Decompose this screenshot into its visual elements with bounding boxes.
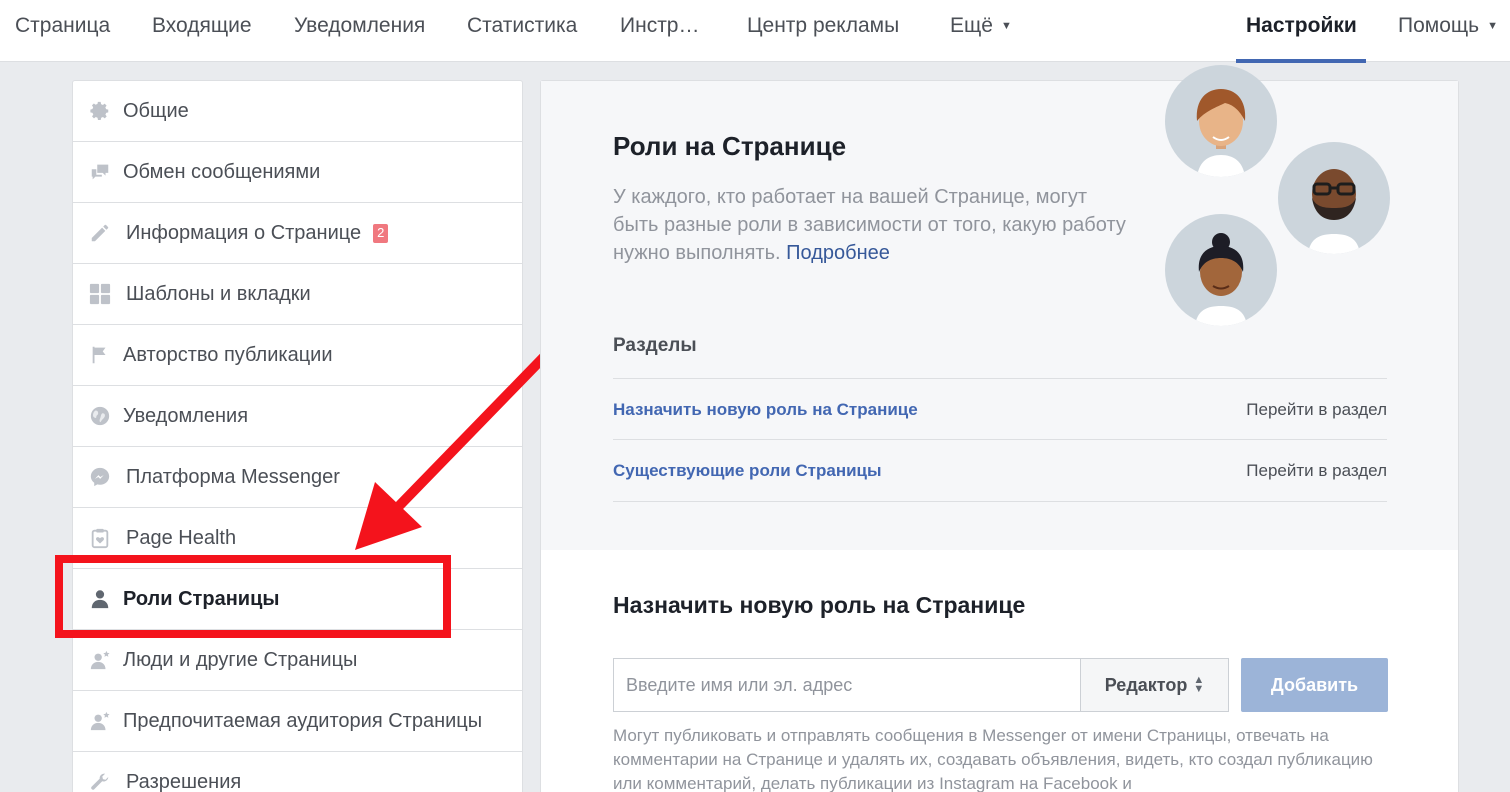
grid-icon: [89, 283, 111, 305]
sidebar-item-post-attribution[interactable]: Авторство публикации: [73, 325, 522, 386]
nav-tab-settings[interactable]: Настройки: [1236, 0, 1366, 63]
nav-tab-inbox[interactable]: Входящие: [152, 0, 252, 62]
sidebar-item-preferred-audience[interactable]: Предпочитаемая аудитория Страницы: [73, 691, 522, 752]
role-dropdown-value: Редактор: [1104, 674, 1188, 695]
learn-more-link[interactable]: Подробнее: [786, 242, 890, 264]
flag-icon: [89, 344, 111, 366]
nav-help-label: Помощь: [1398, 14, 1480, 37]
page-title: Роли на Странице: [613, 131, 847, 161]
notification-count-badge: 2: [373, 223, 389, 243]
nav-tab-page[interactable]: Страница: [15, 0, 110, 62]
messenger-icon: [89, 466, 111, 488]
divider: [613, 501, 1387, 502]
sidebar-item-notifications[interactable]: Уведомления: [73, 386, 522, 447]
person-icon: [89, 588, 111, 610]
nav-tab-ad-center[interactable]: Центр рекламы: [747, 0, 899, 62]
globe-icon: [89, 405, 111, 427]
sidebar-item-page-roles[interactable]: Роли Страницы: [73, 569, 522, 630]
page-roles-panel: Роли на Странице У каждого, кто работает…: [540, 65, 1459, 792]
person-star-icon: [89, 710, 111, 732]
section-row: Назначить новую роль на Странице Перейти…: [613, 378, 1387, 440]
pencil-icon: [89, 222, 111, 244]
wrench-icon: [89, 771, 111, 792]
sidebar-item-label: Обмен сообщениями: [123, 160, 321, 183]
sections-heading: Разделы: [613, 335, 697, 356]
top-navigation: Страница Входящие Уведомления Статистика…: [0, 0, 1510, 63]
sidebar-item-permissions[interactable]: Разрешения: [73, 752, 522, 792]
sidebar-item-label: Информация о Странице: [126, 221, 362, 244]
sort-arrows-icon: ▲ ▼: [1193, 674, 1205, 695]
sidebar-item-messaging[interactable]: Обмен сообщениями: [73, 142, 522, 203]
person-star-icon: [89, 649, 111, 671]
sidebar-item-label: Уведомления: [123, 404, 249, 427]
nav-tab-tools[interactable]: Инстр…: [620, 0, 700, 62]
caret-down-icon: ▼: [1487, 20, 1498, 32]
page-description: У каждого, кто работает на вашей Страниц…: [613, 183, 1133, 267]
sidebar-item-label: Общие: [123, 99, 189, 122]
goto-section-link[interactable]: Перейти в раздел: [1246, 461, 1387, 481]
sidebar-item-general[interactable]: Общие: [73, 81, 522, 142]
goto-section-link[interactable]: Перейти в раздел: [1246, 400, 1387, 420]
chat-bubbles-icon: [89, 161, 111, 183]
sidebar-item-label: Page Health: [126, 526, 237, 549]
clipboard-heart-icon: [89, 527, 111, 549]
settings-sidebar: Общие Обмен сообщениями Информация о Стр…: [72, 80, 523, 792]
add-role-button[interactable]: Добавить: [1241, 658, 1388, 712]
avatar-illustration: [1165, 65, 1277, 177]
nav-tab-help[interactable]: Помощь ▼: [1398, 0, 1498, 62]
role-dropdown[interactable]: Редактор ▲ ▼: [1080, 658, 1229, 712]
section-row: Существующие роли Страницы Перейти в раз…: [613, 439, 1387, 501]
sidebar-item-messenger-platform[interactable]: Платформа Messenger: [73, 447, 522, 508]
section-link-assign-role[interactable]: Назначить новую роль на Странице: [613, 400, 918, 420]
avatar-illustration: [1165, 214, 1277, 326]
sidebar-item-templates-tabs[interactable]: Шаблоны и вкладки: [73, 264, 522, 325]
gear-icon: [89, 100, 111, 122]
sidebar-item-people-other-pages[interactable]: Люди и другие Страницы: [73, 630, 522, 691]
page-roles-header: Роли на Странице У каждого, кто работает…: [541, 65, 1458, 550]
nav-tab-more[interactable]: Ещё ▼: [950, 0, 1012, 62]
avatar-illustration: [1278, 142, 1390, 254]
role-description: Могут публиковать и отправлять сообщения…: [613, 726, 1373, 792]
sidebar-item-page-info[interactable]: Информация о Странице 2: [73, 203, 522, 264]
nav-tab-insights[interactable]: Статистика: [467, 0, 577, 62]
sidebar-item-label: Платформа Messenger: [126, 465, 340, 488]
nav-more-label: Ещё: [950, 14, 993, 37]
sidebar-item-label: Роли Страницы: [123, 587, 280, 610]
assign-role-heading: Назначить новую роль на Странице: [613, 592, 1026, 618]
sidebar-item-label: Разрешения: [126, 770, 242, 792]
sidebar-item-label: Авторство публикации: [123, 343, 333, 366]
sidebar-item-label: Люди и другие Страницы: [123, 648, 358, 671]
nav-tab-notifications[interactable]: Уведомления: [294, 0, 425, 62]
name-email-input[interactable]: [613, 658, 1080, 712]
sidebar-item-label: Шаблоны и вкладки: [126, 282, 311, 305]
section-link-existing-roles[interactable]: Существующие роли Страницы: [613, 461, 882, 481]
sidebar-item-label: Предпочитаемая аудитория Страницы: [123, 709, 483, 732]
caret-down-icon: ▼: [1000, 20, 1012, 32]
sidebar-item-page-health[interactable]: Page Health: [73, 508, 522, 569]
